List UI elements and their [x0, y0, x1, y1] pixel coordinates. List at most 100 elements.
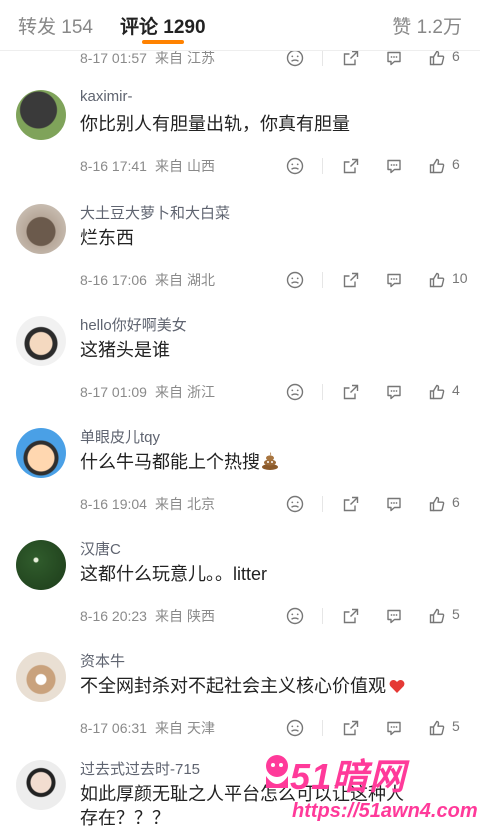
- comment-source-label: 来自: [154, 384, 183, 400]
- comment-location: 浙江: [186, 384, 215, 400]
- thumb-up-icon[interactable]: [428, 271, 446, 289]
- dislike-face-icon[interactable]: [286, 383, 304, 401]
- comment-date: 8-17 06:31: [80, 720, 147, 736]
- share-icon[interactable]: [342, 495, 360, 513]
- tab-reposts[interactable]: 转发 154: [18, 12, 93, 39]
- action-divider: [322, 608, 323, 624]
- comment-location: 江苏: [186, 50, 215, 66]
- action-divider: [322, 384, 323, 400]
- avatar[interactable]: [16, 652, 66, 702]
- share-icon[interactable]: [342, 49, 360, 67]
- comment-date: 8-16 17:06: [80, 272, 147, 288]
- comment-text: 你比别人有胆量出轨，你真有胆量: [80, 114, 350, 134]
- comment-bubble-icon[interactable]: [385, 49, 403, 67]
- comment-date: 8-16 19:04: [80, 496, 147, 512]
- active-tab-indicator: [142, 40, 184, 44]
- share-icon[interactable]: [342, 607, 360, 625]
- comment-source-label: 来自: [154, 496, 183, 512]
- comment-date: 8-17 01:57: [80, 50, 147, 66]
- like-count: 5: [452, 606, 460, 622]
- action-divider: [322, 496, 323, 512]
- thumb-up-icon[interactable]: [428, 49, 446, 67]
- dislike-face-icon[interactable]: [286, 49, 304, 67]
- action-divider: [322, 720, 323, 736]
- comment-source-label: 来自: [154, 50, 183, 66]
- comment-username[interactable]: 大土豆大萝卜和大白菜: [80, 202, 230, 223]
- comment-text: 这都什么玩意儿。。litter: [80, 564, 268, 584]
- share-icon[interactable]: [342, 271, 360, 289]
- comment-username[interactable]: hello你好啊美女: [80, 314, 187, 335]
- watermark-url: https://51awn4.com: [292, 800, 478, 822]
- like-count: 5: [452, 718, 460, 734]
- comment-tabs: 转发 154 评论 1290 赞 1.2万: [0, 0, 480, 51]
- avatar[interactable]: [16, 90, 66, 140]
- comment-text: 什么牛马都能上个热搜: [80, 450, 280, 474]
- comment-bubble-icon[interactable]: [385, 607, 403, 625]
- comment-bubble-icon[interactable]: [385, 383, 403, 401]
- thumb-up-icon[interactable]: [428, 719, 446, 737]
- action-divider: [322, 158, 323, 174]
- comment-meta: 8-17 01:09 来自 浙江: [80, 382, 215, 402]
- comment-bubble-icon[interactable]: [385, 719, 403, 737]
- dislike-face-icon[interactable]: [286, 607, 304, 625]
- avatar[interactable]: [16, 760, 66, 810]
- comment-location: 湖北: [186, 272, 215, 288]
- red-heart-emoji-icon: [389, 680, 405, 693]
- avatar[interactable]: [16, 428, 66, 478]
- comment-location: 陕西: [186, 608, 215, 624]
- comment-username[interactable]: 单眼皮儿tqy: [80, 426, 160, 447]
- comment-location: 山西: [186, 158, 215, 174]
- like-count: 6: [452, 156, 460, 172]
- comment-text: 烂东西: [80, 228, 134, 248]
- comment-username[interactable]: 汉唐C: [80, 538, 121, 559]
- avatar[interactable]: [16, 316, 66, 366]
- like-count: 6: [452, 494, 460, 510]
- dislike-face-icon[interactable]: [286, 495, 304, 513]
- thumb-up-icon[interactable]: [428, 157, 446, 175]
- comment-text: 这猪头是谁: [80, 340, 170, 360]
- thumb-up-icon[interactable]: [428, 383, 446, 401]
- comment-bubble-icon[interactable]: [385, 495, 403, 513]
- comment-username[interactable]: 过去式过去时-715: [80, 758, 200, 779]
- action-divider: [322, 50, 323, 66]
- tab-comments[interactable]: 评论 1290: [120, 12, 206, 39]
- comment-bubble-icon[interactable]: [385, 271, 403, 289]
- comment-text-continued: 存在？？？: [80, 808, 170, 828]
- comment-username[interactable]: 资本牛: [80, 650, 125, 671]
- comment-meta: 8-17 06:31 来自 天津: [80, 718, 215, 738]
- avatar[interactable]: [16, 540, 66, 590]
- comment-source-label: 来自: [154, 720, 183, 736]
- comment-text: 不全网封杀对不起社会主义核心价值观: [80, 674, 406, 698]
- comment-meta: 8-17 01:57 来自 江苏: [80, 48, 215, 68]
- watermark-logo: 51暗网: [290, 756, 407, 797]
- comment-source-label: 来自: [154, 272, 183, 288]
- comment-meta: 8-16 20:23 来自 陕西: [80, 606, 215, 626]
- comment-meta: 8-16 17:06 来自 湖北: [80, 270, 215, 290]
- comment-meta: 8-16 17:41 来自 山西: [80, 156, 215, 176]
- action-divider: [322, 272, 323, 288]
- poop-emoji-icon: [262, 452, 278, 470]
- comment-meta: 8-16 19:04 来自 北京: [80, 494, 215, 514]
- comment-username[interactable]: kaximir-: [80, 88, 133, 105]
- comment-date: 8-16 20:23: [80, 608, 147, 624]
- comment-date: 8-17 01:09: [80, 384, 147, 400]
- share-icon[interactable]: [342, 383, 360, 401]
- comment-source-label: 来自: [154, 608, 183, 624]
- like-count: 4: [452, 382, 460, 398]
- like-count: 10: [452, 270, 468, 286]
- comment-date: 8-16 17:41: [80, 158, 147, 174]
- dislike-face-icon[interactable]: [286, 271, 304, 289]
- mascot-logo: [266, 755, 288, 788]
- tab-likes[interactable]: 赞 1.2万: [392, 12, 462, 39]
- comment-location: 北京: [186, 496, 215, 512]
- thumb-up-icon[interactable]: [428, 495, 446, 513]
- avatar[interactable]: [16, 204, 66, 254]
- comment-source-label: 来自: [154, 158, 183, 174]
- comment-bubble-icon[interactable]: [385, 157, 403, 175]
- watermark: 51暗网 https://51awn4.com: [260, 748, 478, 828]
- dislike-face-icon[interactable]: [286, 719, 304, 737]
- thumb-up-icon[interactable]: [428, 607, 446, 625]
- share-icon[interactable]: [342, 719, 360, 737]
- dislike-face-icon[interactable]: [286, 157, 304, 175]
- share-icon[interactable]: [342, 157, 360, 175]
